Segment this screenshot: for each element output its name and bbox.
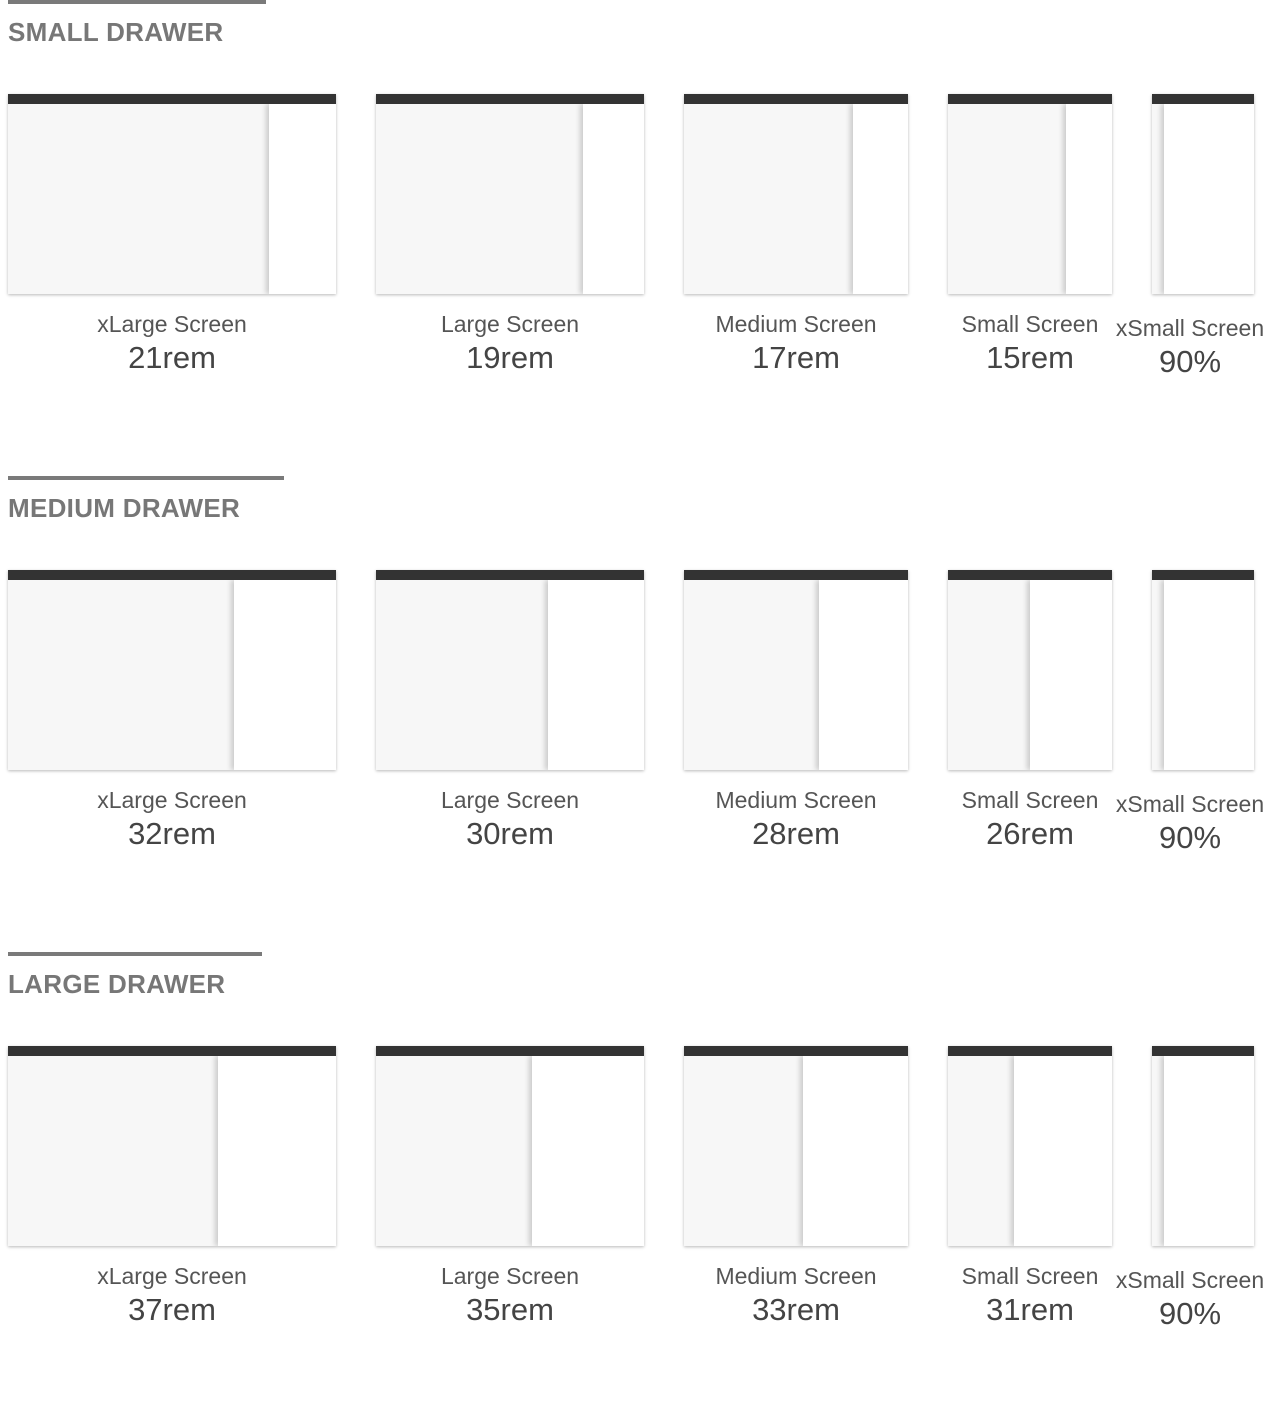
screen-label: xSmall Screen [1115, 315, 1265, 341]
screen-frame [8, 570, 336, 770]
section-heading: LARGE DRAWER [8, 969, 226, 999]
app-bar [376, 1046, 644, 1056]
screen-frame [948, 94, 1112, 294]
drawer-panel [1014, 1056, 1112, 1246]
app-bar [948, 570, 1112, 580]
app-bar [8, 94, 336, 104]
drawer-panel [1030, 580, 1112, 770]
screen-frame [376, 1046, 644, 1246]
drawer-panel [234, 580, 336, 770]
screen-frame [684, 570, 908, 770]
drawer-panel [583, 104, 644, 294]
app-bar [1152, 570, 1254, 580]
app-bar [8, 570, 336, 580]
screen-frame [8, 94, 336, 294]
app-bar [948, 1046, 1112, 1056]
small-drawer-section: SMALL DRAWER xLarge Screen 21rem Large S… [0, 0, 1274, 476]
section-rule [8, 0, 266, 4]
screen-frame [948, 1046, 1112, 1246]
drawer-size-label: 90% [1158, 1296, 1222, 1331]
app-bar [376, 570, 644, 580]
screen-frame [376, 570, 644, 770]
app-bar [684, 570, 908, 580]
screen-frame [1152, 94, 1254, 294]
screen-frame [948, 570, 1112, 770]
caption: xSmall Screen 90% [1110, 314, 1270, 381]
screen-frame [376, 94, 644, 294]
drawer-panel [803, 1056, 908, 1246]
drawer-size-label: 90% [1158, 820, 1222, 855]
medium-drawer-section: MEDIUM DRAWER xLarge Screen 32rem Large … [0, 476, 1274, 952]
drawer-panel [1164, 104, 1254, 294]
section-heading: MEDIUM DRAWER [8, 493, 241, 523]
caption: xSmall Screen 90% [1110, 1266, 1270, 1333]
screen-frame [1152, 570, 1254, 770]
section-rule [8, 952, 262, 956]
screen-frame [8, 1046, 336, 1246]
screen-label: xSmall Screen [1115, 791, 1265, 817]
app-bar [8, 1046, 336, 1056]
drawer-panel [548, 580, 644, 770]
screen-label: xSmall Screen [1115, 1267, 1265, 1293]
app-bar [948, 94, 1112, 104]
app-bar [1152, 94, 1254, 104]
screen-frame [1152, 1046, 1254, 1246]
app-bar [376, 94, 644, 104]
screen-frame [684, 1046, 908, 1246]
drawer-panel [532, 1056, 644, 1246]
large-drawer-section: LARGE DRAWER xLarge Screen 37rem Large S… [0, 952, 1274, 1428]
drawer-size-label: 90% [1158, 344, 1222, 379]
drawer-panel [1164, 1056, 1254, 1246]
screen-frame [684, 94, 908, 294]
caption: xSmall Screen 90% [1110, 790, 1270, 857]
drawer-panel [1066, 104, 1112, 294]
section-rule [8, 476, 284, 480]
app-bar [1152, 1046, 1254, 1056]
drawer-panel [269, 104, 336, 294]
section-heading: SMALL DRAWER [8, 17, 224, 47]
app-bar [684, 94, 908, 104]
drawer-panel [819, 580, 908, 770]
drawer-panel [853, 104, 908, 294]
drawer-panel [1164, 580, 1254, 770]
drawer-panel [218, 1056, 336, 1246]
app-bar [684, 1046, 908, 1056]
